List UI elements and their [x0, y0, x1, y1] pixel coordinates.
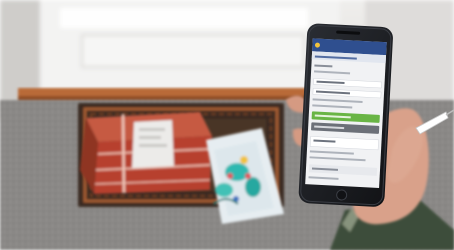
- home-button: [336, 189, 348, 201]
- phone-screen: [305, 38, 387, 188]
- package-box: [80, 112, 212, 194]
- smartphone: [298, 23, 393, 207]
- doorstep-delivery-photo: [0, 0, 454, 250]
